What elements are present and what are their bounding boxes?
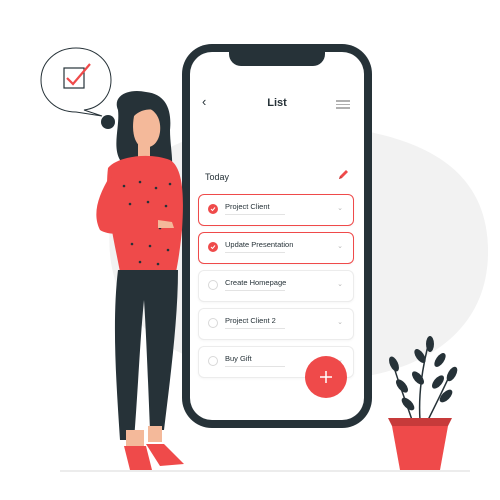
potted-plant xyxy=(388,336,458,470)
